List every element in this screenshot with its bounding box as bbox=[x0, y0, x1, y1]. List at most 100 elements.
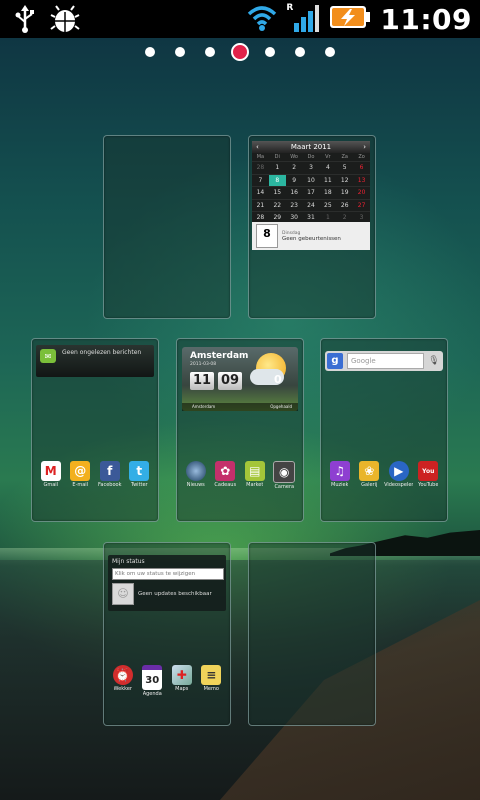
clock-minute: 09 bbox=[218, 372, 242, 390]
app-label: Agenda bbox=[142, 691, 162, 697]
play-icon: ▶ bbox=[388, 461, 409, 481]
weather-temperature: 0 bbox=[274, 373, 282, 386]
app-label: Camera bbox=[274, 484, 295, 490]
calendar-prev-icon: ‹ bbox=[256, 143, 259, 151]
search-field: Google bbox=[347, 353, 424, 369]
calendar-day: 28 bbox=[252, 161, 269, 174]
page-indicator[interactable] bbox=[0, 42, 480, 62]
app-label: Nieuws bbox=[186, 482, 205, 488]
calendar-event-box: 8 Dinsdag Geen gebeurtenissen bbox=[252, 222, 370, 250]
app-label: YouTube bbox=[418, 482, 439, 488]
app-label: Muziek bbox=[331, 482, 349, 488]
weather-footer-right: Opgehaald bbox=[270, 404, 292, 409]
signal-bars-icon: R bbox=[286, 3, 320, 35]
weekday-header: Vr bbox=[325, 154, 331, 160]
calendar-next-icon: › bbox=[363, 143, 366, 151]
calendar-grid: Ma Di Wo Do Vr Za Zo 28 1 2 3 4 5 6 7 8 … bbox=[252, 153, 370, 224]
calendar-day: 13 bbox=[353, 173, 370, 187]
app-label: Videospeler bbox=[384, 482, 414, 488]
calendar-day: 3 bbox=[302, 161, 320, 174]
messages-icon: ✉ bbox=[40, 349, 56, 363]
app-music: ♫ Muziek bbox=[327, 461, 353, 488]
page-dot-3[interactable] bbox=[205, 47, 215, 57]
weekday-header: Wo bbox=[290, 154, 298, 160]
calendar-day: 16 bbox=[285, 186, 303, 199]
app-label: Facebook bbox=[98, 482, 122, 488]
page-dot-1[interactable] bbox=[145, 47, 155, 57]
app-label: Twitter bbox=[130, 482, 148, 488]
page-dot-6[interactable] bbox=[295, 47, 305, 57]
battery-charging-icon bbox=[328, 3, 372, 35]
calendar-event-text: Geen gebeurtenissen bbox=[282, 235, 341, 242]
screen-thumbnail-4-weather[interactable]: Amsterdam 2011-03-08 11 09 0 Amsterdam O… bbox=[176, 338, 304, 522]
weekday-header: Za bbox=[341, 154, 348, 160]
email-icon: @ bbox=[70, 461, 91, 481]
app-agenda: 30 Agenda bbox=[139, 665, 165, 697]
gallery-flower-icon: ❀ bbox=[359, 461, 380, 481]
screen-thumbnail-2-calendar[interactable]: ‹ Maart 2011 › Ma Di Wo Do Vr Za Zo 28 1… bbox=[248, 135, 376, 319]
calendar-day: 12 bbox=[336, 173, 354, 187]
calendar-day: 24 bbox=[302, 198, 320, 212]
app-label: E-mail bbox=[72, 482, 89, 488]
messages-widget: ✉ Geen ongelezen berichten bbox=[36, 345, 154, 377]
screen-thumbnail-5-search[interactable]: g Google 🎙 ♫ Muziek ❀ Galerij ▶ Videospe… bbox=[320, 338, 448, 522]
app-gallery: ❀ Galerij bbox=[356, 461, 382, 488]
twitter-icon: t bbox=[129, 461, 150, 481]
app-news: Nieuws bbox=[183, 461, 209, 490]
music-note-icon: ♫ bbox=[329, 461, 350, 481]
calendar-day: 23 bbox=[285, 198, 303, 212]
app-gifts: ✿ Cadeaus bbox=[212, 461, 238, 490]
app-camera: ◉ Camera bbox=[271, 461, 297, 490]
screen-thumbnail-6-status[interactable]: Mijn status Klik om uw status te wijzige… bbox=[103, 542, 231, 726]
google-icon: g bbox=[327, 353, 343, 369]
app-label: Cadeaus bbox=[214, 482, 237, 488]
app-twitter: t Twitter bbox=[126, 461, 152, 488]
app-label: Market bbox=[246, 482, 264, 488]
wifi-icon bbox=[246, 2, 278, 36]
facebook-icon: f bbox=[99, 461, 120, 481]
calendar-widget: ‹ Maart 2011 › Ma Di Wo Do Vr Za Zo 28 1… bbox=[252, 141, 370, 224]
weather-footer-left: Amsterdam bbox=[192, 404, 216, 409]
calendar-day: 15 bbox=[268, 186, 286, 199]
youtube-icon: You bbox=[418, 461, 439, 481]
screen-thumbnail-3-messages[interactable]: ✉ Geen ongelezen berichten M Gmail @ E-m… bbox=[31, 338, 159, 522]
weather-date: 2011-03-08 bbox=[190, 362, 217, 367]
screen-thumbnail-1-empty[interactable] bbox=[103, 135, 231, 319]
app-maps: ✚ Maps bbox=[169, 665, 195, 697]
app-label: Galerij bbox=[361, 482, 378, 488]
calendar-day: 7 bbox=[252, 173, 269, 187]
page-dot-4-active[interactable] bbox=[231, 43, 249, 61]
weather-clock-widget: Amsterdam 2011-03-08 11 09 0 Amsterdam O… bbox=[182, 347, 298, 411]
status-widget-title: Mijn status bbox=[112, 558, 145, 565]
app-label: Wekker bbox=[113, 686, 132, 692]
weekday-header: Do bbox=[307, 154, 315, 160]
calendar-day: 14 bbox=[252, 186, 269, 199]
calendar-day: 2 bbox=[285, 161, 303, 174]
calendar-day: 10 bbox=[302, 173, 320, 187]
app-alarm: ⏰ Wekker bbox=[110, 665, 136, 697]
status-input: Klik om uw status te wijzigen bbox=[112, 568, 224, 580]
calendar-day: 21 bbox=[252, 198, 269, 212]
calendar-day: 19 bbox=[336, 186, 354, 199]
calendar-day: 4 bbox=[319, 161, 337, 174]
calendar-day: 27 bbox=[353, 198, 370, 212]
calendar-icon: 30 bbox=[142, 665, 163, 690]
memo-note-icon: ≡ bbox=[201, 665, 222, 685]
calendar-day: 26 bbox=[336, 198, 354, 212]
app-label: Gmail bbox=[43, 482, 59, 488]
calendar-day: 11 bbox=[319, 173, 337, 187]
app-row: ♫ Muziek ❀ Galerij ▶ Videospeler You You… bbox=[325, 461, 443, 488]
calendar-day: 5 bbox=[336, 161, 354, 174]
page-dot-5[interactable] bbox=[265, 47, 275, 57]
status-clock: 11:09 bbox=[380, 2, 472, 36]
calendar-day: 9 bbox=[285, 173, 303, 187]
weekday-header: Zo bbox=[358, 154, 365, 160]
status-bar: R 11:09 bbox=[0, 0, 480, 38]
page-dot-2[interactable] bbox=[175, 47, 185, 57]
calendar-icon-day: 30 bbox=[145, 674, 160, 686]
screen-thumbnail-7-empty[interactable] bbox=[248, 542, 376, 726]
page-dot-7[interactable] bbox=[325, 47, 335, 57]
weather-footer-bar: Amsterdam Opgehaald bbox=[182, 403, 298, 411]
calendar-day: 6 bbox=[353, 161, 370, 174]
calendar-event-date: 8 bbox=[256, 224, 278, 248]
